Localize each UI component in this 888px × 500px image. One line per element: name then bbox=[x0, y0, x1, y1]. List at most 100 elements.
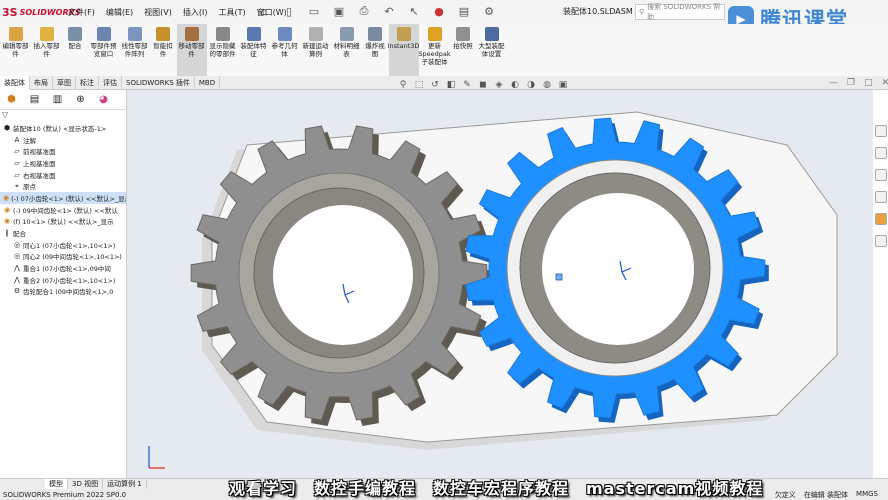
display-style-icon[interactable]: ◼ bbox=[478, 80, 488, 90]
maximize-icon[interactable]: □ bbox=[864, 78, 873, 88]
tree-item[interactable]: ∥ 配合 bbox=[0, 227, 126, 239]
configuration-manager-tab-icon[interactable]: ▥ bbox=[49, 93, 66, 107]
model-tab[interactable]: 运动算例 1 bbox=[103, 479, 147, 489]
minimize-icon[interactable]: — bbox=[829, 78, 838, 88]
ribbon-button[interactable]: 爆炸视图 bbox=[363, 24, 388, 76]
command-tab[interactable]: 草图 bbox=[53, 75, 76, 90]
undo-icon[interactable]: ↶ bbox=[380, 3, 398, 19]
section-view-icon[interactable]: ◧ bbox=[446, 80, 456, 90]
menu-item[interactable]: 文件(F) bbox=[68, 7, 95, 18]
tree-item[interactable]: ⚙ 齿轮配合1 (09中间齿轮<1>,0 bbox=[0, 286, 126, 298]
model-tab[interactable]: 模型 bbox=[45, 479, 68, 489]
ribbon-button[interactable]: 新建运动算例 bbox=[301, 24, 331, 76]
ribbon-button[interactable]: Instant3D bbox=[388, 24, 419, 76]
tree-item-label: 装配体10 (默认) <显示状态-1> bbox=[13, 124, 107, 133]
tree-item[interactable]: ◉ (-) 07小齿轮<1> (默认) <<默认>_显示 bbox=[0, 192, 126, 204]
tree-item[interactable]: ⬢ 装配体10 (默认) <显示状态-1> bbox=[0, 122, 126, 134]
command-tab[interactable]: 评估 bbox=[99, 75, 122, 90]
command-tab[interactable]: 标注 bbox=[76, 75, 99, 90]
ribbon-button-label: 线性零部件阵列 bbox=[121, 42, 148, 58]
part-icon: ◉ bbox=[3, 217, 11, 226]
tree-item[interactable]: ⋀ 重合1 (07小齿轮<1>,09中间 bbox=[0, 262, 126, 274]
previous-view-icon[interactable]: ↺ bbox=[430, 80, 440, 90]
options-gear-icon[interactable]: ⚙ bbox=[480, 3, 498, 19]
dimxpert-tab-icon[interactable]: ⊕ bbox=[72, 93, 89, 107]
edit-appearance-icon[interactable]: ◑ bbox=[526, 80, 536, 90]
property-manager-tab-icon[interactable]: ▤ bbox=[26, 93, 43, 107]
menu-item[interactable]: 工具(T) bbox=[218, 7, 245, 18]
gear-assembly-view[interactable] bbox=[127, 90, 873, 478]
home-icon[interactable]: ⌂ bbox=[255, 3, 273, 19]
ribbon-button[interactable]: 移动零部件 bbox=[176, 24, 207, 76]
feature-manager-tab-icon[interactable]: ⬢ bbox=[3, 93, 20, 107]
tree-item[interactable]: ◎ 同心2 (09中间齿轮<1>,10<1>) bbox=[0, 251, 126, 263]
ribbon-button[interactable]: 配合 bbox=[63, 24, 88, 76]
menu-item[interactable]: 插入(I) bbox=[183, 7, 208, 18]
tree-item[interactable]: ⌖ 原点 bbox=[0, 180, 126, 192]
print-icon[interactable]: ⎙ bbox=[355, 3, 373, 19]
ribbon-button[interactable]: 编辑零部件 bbox=[1, 24, 31, 76]
ribbon-button[interactable]: 插入零部件 bbox=[32, 24, 62, 76]
appearances-icon[interactable] bbox=[874, 213, 887, 225]
blue-gear-bore bbox=[542, 193, 694, 345]
hide-show-icon[interactable]: ◐ bbox=[510, 80, 520, 90]
concentric-icon: ◎ bbox=[13, 240, 21, 249]
tree-item[interactable]: ◎ 同心1 (07小齿轮<1>,10<1>) bbox=[0, 239, 126, 251]
new-document-icon[interactable]: ▯ bbox=[280, 3, 298, 19]
graphics-area[interactable] bbox=[127, 90, 873, 478]
zoom-area-icon[interactable]: ⬚ bbox=[414, 80, 424, 90]
view-orientation-icon[interactable]: ◈ bbox=[494, 80, 504, 90]
tree-item[interactable]: ▱ 右视基准面 bbox=[0, 169, 126, 181]
filter-icon[interactable]: ▽ bbox=[0, 110, 126, 122]
file-properties-icon[interactable]: ▤ bbox=[455, 3, 473, 19]
custom-properties-icon[interactable] bbox=[874, 235, 887, 247]
ribbon-button[interactable]: 装配体特征 bbox=[239, 24, 269, 76]
help-search-input[interactable]: ⚲ 搜索 SOLIDWORKS 帮助 bbox=[635, 3, 725, 21]
model-tab[interactable]: 3D 视图 bbox=[68, 479, 104, 489]
design-library-icon[interactable] bbox=[874, 147, 887, 159]
view-settings-icon[interactable]: ▣ bbox=[558, 80, 568, 90]
tree-item[interactable]: ▱ 上视基准面 bbox=[0, 157, 126, 169]
origin-icon: ⌖ bbox=[15, 181, 19, 190]
command-tab[interactable]: SOLIDWORKS 插件 bbox=[122, 75, 195, 90]
tree-item-label: (-) 09中间齿轮<1> (默认) <<默认 bbox=[13, 206, 118, 215]
file-explorer-icon[interactable] bbox=[874, 169, 887, 181]
ribbon-button[interactable]: 材料明细表 bbox=[332, 24, 362, 76]
tree-item[interactable]: ◉ (-) 09中间齿轮<1> (默认) <<默认 bbox=[0, 204, 126, 216]
ribbon-button[interactable]: 零部件预览窗口 bbox=[89, 24, 119, 76]
traffic-light-icon[interactable]: ● bbox=[430, 3, 448, 19]
ribbon-button[interactable]: 拍快照 bbox=[451, 24, 476, 76]
tree-item-label: 右视基准面 bbox=[23, 171, 56, 180]
ribbon-button-label: 零部件预览窗口 bbox=[90, 42, 117, 58]
open-file-icon[interactable]: ▭ bbox=[305, 3, 323, 19]
move-component-icon bbox=[184, 27, 199, 41]
scene-icon[interactable]: ◍ bbox=[542, 80, 552, 90]
command-tab[interactable]: MBD bbox=[195, 75, 221, 90]
menu-item[interactable]: 视图(V) bbox=[144, 7, 172, 18]
ribbon-button[interactable]: 线性零部件阵列 bbox=[120, 24, 150, 76]
save-icon[interactable]: ▣ bbox=[330, 3, 348, 19]
solidworks-resources-icon[interactable] bbox=[874, 125, 887, 137]
tree-item[interactable]: ⋀ 重合2 (07小齿轮<1>,10<1>) bbox=[0, 274, 126, 286]
view-palette-icon[interactable] bbox=[874, 191, 887, 203]
select-icon[interactable]: ↖ bbox=[405, 3, 423, 19]
tree-item[interactable]: ▱ 前视基准面 bbox=[0, 145, 126, 157]
restore-icon[interactable]: ❐ bbox=[847, 78, 855, 88]
close-icon[interactable]: ✕ bbox=[882, 78, 888, 88]
command-tab[interactable]: 装配体 bbox=[0, 75, 30, 90]
ribbon-button-label: 装配体特征 bbox=[240, 42, 267, 58]
display-manager-tab-icon[interactable]: ◕ bbox=[95, 93, 112, 107]
tree-item[interactable]: A 注解 bbox=[0, 134, 126, 146]
ribbon-button[interactable]: 大型装配体设置 bbox=[477, 24, 507, 76]
ribbon-button[interactable]: 参考几何体 bbox=[270, 24, 300, 76]
ribbon-button[interactable]: 智能扣件 bbox=[151, 24, 176, 76]
tree-item-label: 原点 bbox=[23, 183, 36, 192]
ribbon-button[interactable]: 显示隐藏的零部件 bbox=[208, 24, 238, 76]
dynamic-annotation-icon[interactable]: ✎ bbox=[462, 80, 472, 90]
command-tab[interactable]: 布局 bbox=[30, 75, 53, 90]
ribbon-button[interactable]: 更新Speedpak子装配体 bbox=[418, 24, 451, 76]
tree-item[interactable]: ◉ (f) 10<1> (默认) <<默认>_显示 bbox=[0, 216, 126, 228]
search-icon: ⚲ bbox=[639, 8, 645, 16]
search-view-icon[interactable]: ⚲ bbox=[398, 80, 408, 90]
menu-item[interactable]: 编辑(E) bbox=[106, 7, 133, 18]
